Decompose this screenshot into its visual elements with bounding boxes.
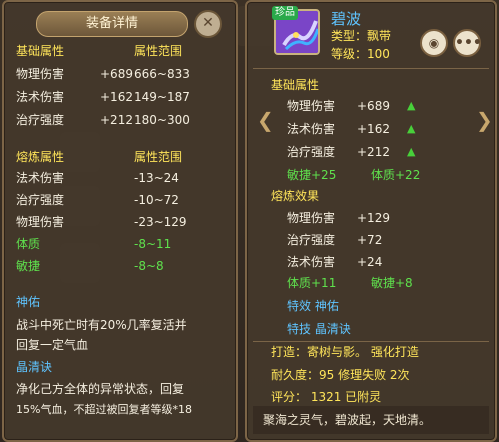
refine-range: -13~24 [134,171,179,185]
refine-header: 熔炼属性 属性范围 [16,148,182,166]
attr-name: 治疗强度 [287,145,336,159]
refine-name: 物理伤害 [16,215,65,229]
refine-range: -10~72 [134,193,179,207]
special-skill: 特技 晶清诀 [287,322,351,336]
refine-effect-row: 物理伤害 +129 [287,209,390,227]
divider [253,68,489,69]
effect-name: 法术伤害 [287,255,336,269]
effect-value: +72 [357,233,383,247]
prev-arrow-button[interactable]: ❮ [257,108,274,132]
item-level: 等级：100 [331,47,390,61]
close-button[interactable]: ✕ [194,10,222,38]
refine-row: 敏捷 -8~8 [16,257,164,275]
refine-header-range: 属性范围 [134,150,183,164]
base-attr-row: 治疗强度 +212 ▲ [287,143,415,161]
base-attr-row: 物理伤害 +689 ▲ [287,97,415,115]
refine-row: 法术伤害 -13~24 [16,169,179,187]
base-attr-header: 基础属性 [271,78,320,92]
refine-row: 治疗强度 -10~72 [16,191,179,209]
stat-name: 治疗强度 [16,113,65,127]
refine-effect-row: 法术伤害 +24 [287,253,382,271]
attr-name: 法术伤害 [287,122,336,136]
stat-value: +689 [100,67,133,81]
attr-value: +212 [357,145,390,159]
refine-range: -23~129 [134,215,187,229]
item-type: 类型：飘带 [331,29,392,43]
attr-name: 物理伤害 [287,99,336,113]
durability-line: 耐久度：95 修理失败 2次 [271,368,410,382]
refine-effect-header: 熔炼效果 [271,189,320,203]
effect-value: +129 [357,211,390,225]
bonus-constitution: 体质+22 [371,168,421,182]
panel-title: 装备详情 [36,11,188,37]
base-header-range: 属性范围 [134,44,183,58]
refine-name: 法术伤害 [16,171,65,185]
bonus-agility: 敏捷+25 [287,168,337,182]
base-row: 法术伤害 +162 149~187 [16,88,190,106]
refine-row: 物理伤害 -23~129 [16,213,187,231]
stat-range: 180~300 [134,113,190,127]
base-attr-row: 法术伤害 +162 ▲ [287,120,415,138]
refine-bonus-agility: 敏捷+8 [371,276,413,290]
refine-name: 体质 [16,237,41,251]
item-name: 碧波 [331,10,362,28]
skill-text: 净化己方全体的异常状态，回复 [16,382,185,396]
skill-text: 15%气血，不超过被回复者等级*18 [16,403,192,416]
next-arrow-button[interactable]: ❯ [476,108,493,132]
arrow-up-icon: ▲ [407,122,416,135]
more-options-button[interactable]: ••• [453,29,482,57]
rarity-badge: 珍品 [272,6,298,20]
base-header-label: 基础属性 [16,44,65,58]
refine-header-label: 熔炼属性 [16,150,65,164]
special-effect: 特效 神佑 [287,299,339,313]
equipment-details-panel: 装备详情 ✕ 基础属性 属性范围 物理伤害 +689 666~833 法术伤害 … [2,0,238,442]
refine-bonus-constitution: 体质+11 [287,276,337,290]
stat-value: +162 [100,90,133,104]
refine-row: 体质 -8~11 [16,235,171,253]
effect-value: +24 [357,255,383,269]
item-tooltip-panel: 珍品 碧波 类型：飘带 等级：100 ◉ ••• ❮ ❯ 基础属性 物理伤害 +… [245,0,497,442]
base-row: 物理伤害 +689 666~833 [16,65,190,83]
effect-name: 物理伤害 [287,211,336,225]
score-line: 评分： 1321 已附灵 [271,390,382,404]
forge-line: 打造：寄树与影。 强化打造 [271,345,419,359]
attr-value: +689 [357,99,390,113]
preview-eye-button[interactable]: ◉ [420,29,448,57]
stat-name: 物理伤害 [16,67,65,81]
blessing-text: 回复一定气血 [16,338,89,352]
arrow-up-icon: ▲ [407,145,416,158]
skill-title: 晶清诀 [16,360,53,374]
item-flavor-text: 聚海之灵气，碧波起，天地清。 [253,406,489,434]
base-row: 治疗强度 +212 180~300 [16,111,190,129]
stat-range: 666~833 [134,67,190,81]
attr-value: +162 [357,122,390,136]
stat-value: +212 [100,113,133,127]
refine-effect-row: 治疗强度 +72 [287,231,382,249]
arrow-up-icon: ▲ [407,99,416,112]
blessing-title: 神佑 [16,295,41,309]
refine-bonus-row: 体质+11 敏捷+8 [287,274,413,292]
base-header: 基础属性 属性范围 [16,42,182,60]
stat-name: 法术伤害 [16,90,65,104]
refine-range: -8~11 [134,237,172,251]
refine-name: 敏捷 [16,259,41,273]
stat-range: 149~187 [134,90,190,104]
refine-range: -8~8 [134,259,164,273]
effect-name: 治疗强度 [287,233,336,247]
base-bonus-row: 敏捷+25 体质+22 [287,166,420,184]
divider [253,341,489,342]
blessing-text: 战斗中死亡时有20%几率复活并 [16,318,187,332]
refine-name: 治疗强度 [16,193,65,207]
